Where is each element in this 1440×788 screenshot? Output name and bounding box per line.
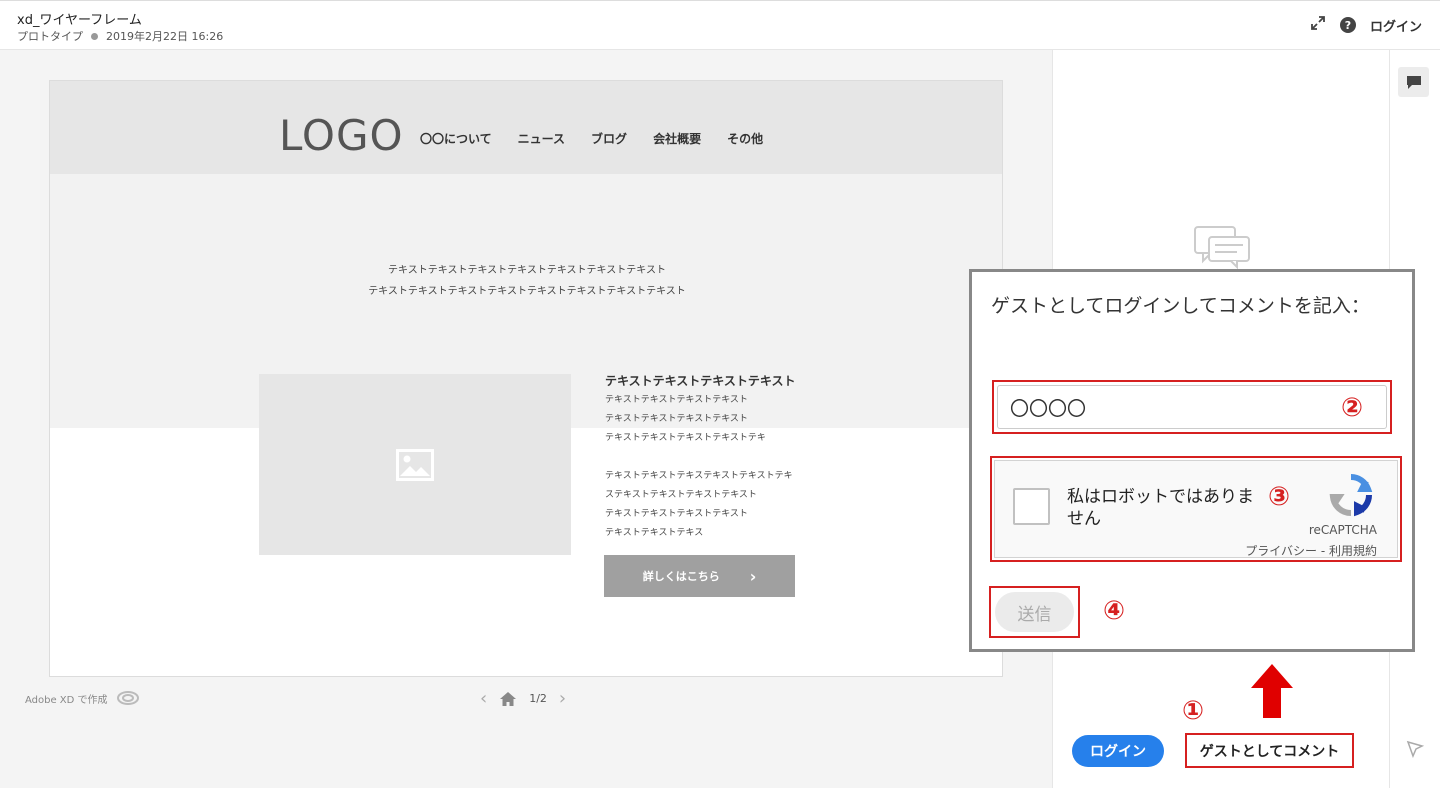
captcha-highlight: 私はロボットではありません reCAPTCHA プライバシー - 利用規約 <box>990 456 1402 562</box>
hero-text-line: テキストテキストテキストテキストテキストテキストテキストテキスト <box>368 286 686 297</box>
comment-toggle-button[interactable] <box>1398 67 1429 97</box>
annotation-number-3: ③ <box>1268 482 1291 512</box>
recaptcha-widget: 私はロボットではありません reCAPTCHA プライバシー - 利用規約 <box>994 460 1398 558</box>
side-text-line: ステキストテキストテキストテキスト <box>605 490 757 500</box>
document-title: xd_ワイヤーフレーム <box>17 13 142 28</box>
annotation-number-1: ① <box>1182 696 1205 726</box>
login-link[interactable]: ログイン <box>1370 16 1422 35</box>
annotation-number-2: ② <box>1341 393 1364 423</box>
top-right-controls: ? ログイン <box>1310 15 1422 35</box>
comments-empty-icon <box>1194 226 1250 269</box>
next-page-icon[interactable]: › <box>559 688 566 709</box>
nav-item-about[interactable]: 〇〇について <box>420 130 492 147</box>
made-with-label: Adobe XD で作成 <box>25 694 108 706</box>
image-icon <box>396 448 434 481</box>
side-text-line: テキストテキストテキストテキスト <box>605 509 748 519</box>
comment-icon <box>1406 75 1421 89</box>
recaptcha-logo-icon <box>1329 473 1373 517</box>
fullscreen-icon[interactable] <box>1310 15 1326 35</box>
page-indicator: 1/2 <box>529 692 547 705</box>
prev-page-icon[interactable]: ‹ <box>480 688 487 709</box>
side-title: テキストテキストテキストテキスト <box>605 374 796 388</box>
made-with-adobe-xd[interactable]: Adobe XD で作成 <box>25 690 140 706</box>
side-text-line: テキストテキストテキストテキスト <box>605 414 748 424</box>
annotation-number-4: ④ <box>1103 596 1126 626</box>
image-placeholder <box>259 374 571 555</box>
name-input-highlight: 〇〇〇〇 <box>992 380 1392 434</box>
help-icon[interactable]: ? <box>1339 17 1356 33</box>
page-navigator: ‹ 1/2 › <box>480 688 566 709</box>
document-subtitle: プロトタイプ 2019年2月22日 16:26 <box>17 28 223 44</box>
nav-item-other[interactable]: その他 <box>727 130 763 147</box>
side-text-line: テキストテキストテキストテキスト <box>605 395 748 405</box>
side-text-line: テキストテキストテキス <box>605 528 704 538</box>
arrow-up-icon <box>1251 664 1293 718</box>
side-text-line: テキストテキストテキストテキストテキ <box>605 433 766 443</box>
creative-cloud-icon <box>116 691 139 705</box>
guest-comment-popup: ゲストとしてログインしてコメントを記入： 〇〇〇〇 ② 私はロボットではありませ… <box>969 269 1415 652</box>
more-details-button[interactable]: 詳しくはこちら › <box>604 555 795 597</box>
hero-text-line: テキストテキストテキストテキストテキストテキストテキスト <box>388 265 666 276</box>
recaptcha-checkbox[interactable] <box>1013 488 1050 525</box>
timestamp: 2019年2月22日 16:26 <box>106 30 224 43</box>
chevron-right-icon: › <box>749 566 757 586</box>
site-logo[interactable]: LOGO <box>279 111 404 160</box>
side-text-block: テキストテキストテキストテキスト テキストテキストテキストテキスト テキストテキ… <box>605 391 766 448</box>
recaptcha-links[interactable]: プライバシー - 利用規約 <box>1245 542 1377 559</box>
popup-title: ゲストとしてログインしてコメントを記入： <box>991 295 1370 317</box>
header-band <box>50 81 1002 174</box>
prototype-label: プロトタイプ <box>17 30 83 43</box>
pin-icon[interactable] <box>1406 740 1424 758</box>
nav-item-news[interactable]: ニュース <box>518 130 565 147</box>
side-text-line: テキストテキストテキステキストテキストテキ <box>605 471 793 481</box>
side-text-block: テキストテキストテキステキストテキストテキ ステキストテキストテキストテキスト … <box>605 467 793 543</box>
recaptcha-brand: reCAPTCHA <box>1308 523 1377 537</box>
panel-login-button[interactable]: ログイン <box>1072 735 1164 767</box>
nav-item-blog[interactable]: ブログ <box>591 130 627 147</box>
guest-comment-button[interactable]: ゲストとしてコメント <box>1185 733 1354 768</box>
submit-button[interactable]: 送信 <box>995 592 1074 632</box>
artboard: LOGO 〇〇について ニュース ブログ 会社概要 その他 テキストテキストテキ… <box>49 80 1003 677</box>
home-icon[interactable] <box>499 691 517 707</box>
site-nav: 〇〇について ニュース ブログ 会社概要 その他 <box>420 130 763 147</box>
nav-item-company[interactable]: 会社概要 <box>653 130 701 147</box>
more-details-label: 詳しくはこちら <box>642 570 720 583</box>
name-input[interactable]: 〇〇〇〇 <box>997 385 1387 429</box>
top-bar: xd_ワイヤーフレーム プロトタイプ 2019年2月22日 16:26 ? ログ… <box>0 0 1440 50</box>
separator-dot-icon <box>91 32 98 40</box>
submit-highlight: 送信 <box>989 586 1080 638</box>
recaptcha-label: 私はロボットではありません <box>1067 487 1254 529</box>
